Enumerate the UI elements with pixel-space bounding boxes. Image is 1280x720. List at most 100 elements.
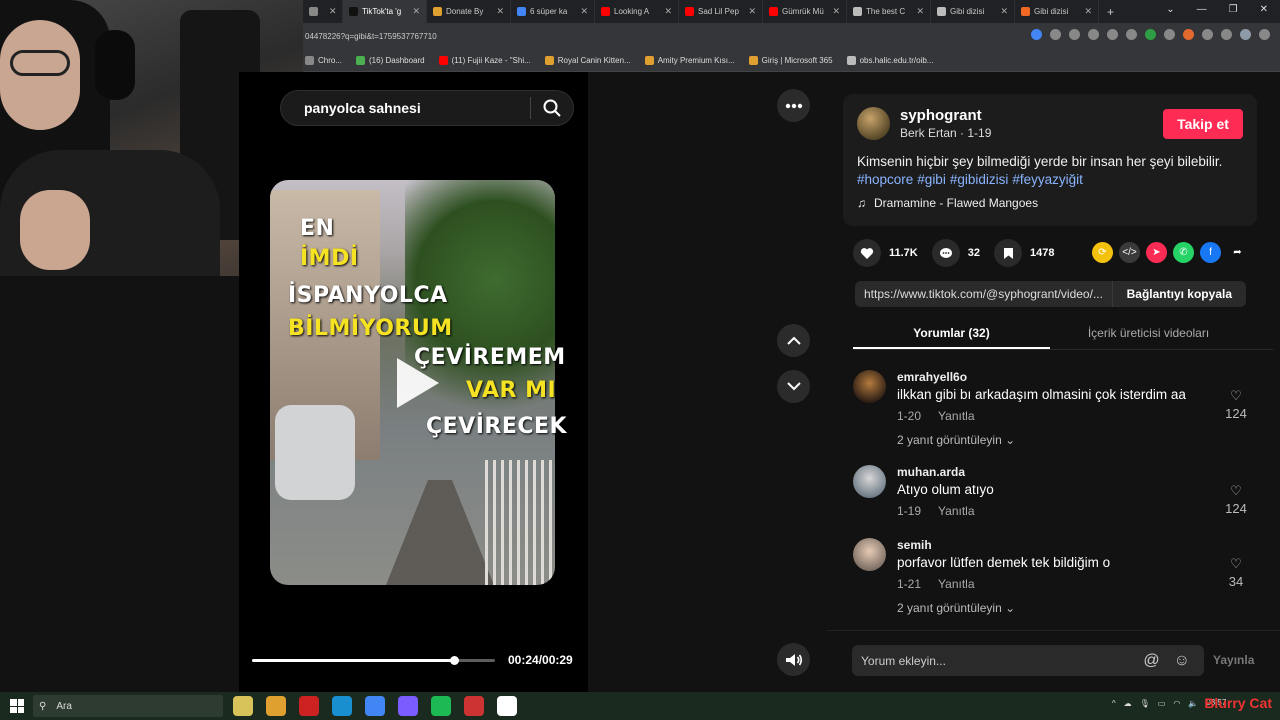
browser-tab[interactable]: Gibi dizisi ✕ bbox=[1015, 0, 1099, 23]
bookmark-item[interactable]: Royal Canin Kitten... bbox=[544, 55, 631, 65]
follow-button[interactable]: Takip et bbox=[1163, 109, 1243, 139]
hashtag-link[interactable]: #gibidizisi bbox=[950, 172, 1009, 187]
bookmark-icon[interactable] bbox=[994, 239, 1022, 267]
close-tab-icon[interactable]: ✕ bbox=[412, 6, 420, 17]
taskbar-app-icon[interactable] bbox=[431, 696, 451, 716]
like-stat[interactable]: 11.7K bbox=[853, 239, 918, 267]
facebook-icon[interactable]: f bbox=[1200, 242, 1221, 263]
bookmark-item[interactable]: Amity Premium Kısı... bbox=[644, 55, 735, 65]
tab-creator-videos[interactable]: İçerik üreticisi videoları bbox=[1050, 318, 1247, 349]
chrome-icon[interactable] bbox=[1031, 29, 1042, 40]
hashtag-link[interactable]: #gibi bbox=[917, 172, 946, 187]
microphone-icon[interactable]: 🎙 bbox=[1140, 699, 1150, 708]
close-tab-icon[interactable]: ✕ bbox=[916, 6, 924, 17]
music-title[interactable]: Dramamine - Flawed Mangoes bbox=[874, 196, 1038, 210]
share-arrow-icon[interactable]: ➦ bbox=[1227, 242, 1248, 263]
windows-start-icon[interactable] bbox=[10, 699, 24, 713]
taskbar-app-icon[interactable] bbox=[299, 696, 319, 716]
close-tab-icon[interactable]: ✕ bbox=[748, 6, 756, 17]
reply-button[interactable]: Yanıtla bbox=[938, 577, 974, 591]
whatsapp-icon[interactable]: ✆ bbox=[1173, 242, 1194, 263]
view-replies-button[interactable]: 2 yanıt görüntüleyin ⌄ bbox=[897, 601, 1015, 615]
taskbar-app-icon[interactable] bbox=[233, 696, 253, 716]
address-bar[interactable]: 04478226?q=gibi&t=1759537767710 bbox=[303, 23, 1280, 49]
browser-tab[interactable]: Gümrük Mü ✕ bbox=[763, 0, 847, 23]
bookmark-item[interactable]: Chro... bbox=[305, 55, 342, 65]
volume-button[interactable] bbox=[777, 643, 810, 676]
sidebar-icon[interactable] bbox=[1221, 29, 1232, 40]
video-progress-knob[interactable] bbox=[449, 656, 459, 665]
close-window-icon[interactable]: ✕ bbox=[1260, 4, 1268, 15]
bookmark-item[interactable]: Giriş | Microsoft 365 bbox=[748, 55, 833, 65]
reply-button[interactable]: Yanıtla bbox=[938, 504, 974, 518]
chevron-up-icon[interactable]: ^ bbox=[1112, 699, 1116, 708]
taskbar-app-icon[interactable] bbox=[497, 696, 517, 716]
search-bar[interactable]: panyolca sahnesi bbox=[280, 90, 574, 126]
emoji-icon[interactable]: ☺ bbox=[1174, 652, 1190, 670]
speaker-icon[interactable]: 🔈 bbox=[1188, 699, 1198, 708]
author-avatar[interactable] bbox=[857, 107, 890, 140]
comment-stat[interactable]: 32 bbox=[931, 239, 980, 267]
comment-icon[interactable] bbox=[931, 239, 960, 267]
commenter-name[interactable]: semih bbox=[897, 538, 932, 552]
comment-like[interactable]: ♡ 124 bbox=[1225, 388, 1247, 421]
star-icon[interactable] bbox=[1126, 29, 1137, 40]
hashtag-link[interactable]: #hopcore bbox=[857, 172, 913, 187]
browser-tab[interactable]: Sad Lil Pep ✕ bbox=[679, 0, 763, 23]
commenter-name[interactable]: muhan.arda bbox=[897, 465, 965, 479]
taskbar-app-icon[interactable] bbox=[464, 696, 484, 716]
copy-link-button[interactable]: Bağlantıyı kopyala bbox=[1111, 281, 1246, 307]
close-tab-icon[interactable]: ✕ bbox=[580, 6, 588, 17]
video-link[interactable]: https://www.tiktok.com/@syphogrant/video… bbox=[855, 287, 1112, 301]
tab-comments[interactable]: Yorumlar (32) bbox=[853, 318, 1050, 349]
share-icon[interactable] bbox=[1107, 29, 1118, 40]
music-link[interactable]: ♫ Dramamine - Flawed Mangoes bbox=[857, 196, 1038, 210]
profile-icon[interactable] bbox=[1240, 29, 1251, 40]
browser-tab[interactable]: TikTok'ta 'g ✕ bbox=[343, 0, 427, 23]
next-video-button[interactable] bbox=[777, 370, 810, 403]
mention-icon[interactable]: @ bbox=[1143, 652, 1159, 670]
more-options-button[interactable] bbox=[777, 89, 810, 122]
view-replies-button[interactable]: 2 yanıt görüntüleyin ⌄ bbox=[897, 433, 1015, 447]
browser-tab[interactable]: Looking A ✕ bbox=[595, 0, 679, 23]
play-icon[interactable] bbox=[397, 358, 439, 408]
tab-search-icon[interactable]: ⌄ bbox=[1166, 4, 1174, 15]
taskbar-app-icon[interactable] bbox=[332, 696, 352, 716]
taskbar-app-icon[interactable] bbox=[365, 696, 385, 716]
taskbar-app-icon[interactable] bbox=[398, 696, 418, 716]
search-button[interactable] bbox=[531, 99, 573, 117]
fox-icon[interactable] bbox=[1183, 29, 1194, 40]
bookmark-item[interactable]: (11) Fujii Kaze - "Shi... bbox=[438, 55, 531, 65]
taskbar-search[interactable]: ⚲ Ara bbox=[33, 695, 223, 717]
extension-icon[interactable] bbox=[1164, 29, 1175, 40]
battery-icon[interactable]: ▭ bbox=[1158, 699, 1166, 708]
address-url[interactable]: 04478226?q=gibi&t=1759537767710 bbox=[303, 32, 437, 41]
browser-tab[interactable]: 6 süper ka ✕ bbox=[511, 0, 595, 23]
repost-icon[interactable]: ⟳ bbox=[1092, 242, 1113, 263]
heart-icon[interactable] bbox=[853, 239, 881, 267]
maximize-icon[interactable]: ❐ bbox=[1229, 4, 1238, 15]
wifi-icon[interactable]: ◠ bbox=[1173, 699, 1180, 708]
bookmark-item[interactable]: obs.halic.edu.tr/oib... bbox=[846, 55, 933, 65]
new-tab-button[interactable]: + bbox=[1099, 5, 1122, 19]
hashtag-link[interactable]: #feyyazyiğit bbox=[1012, 172, 1083, 187]
close-tab-icon[interactable]: ✕ bbox=[329, 6, 337, 17]
close-tab-icon[interactable]: ✕ bbox=[496, 6, 504, 17]
video-progress[interactable] bbox=[252, 656, 495, 665]
search-input[interactable]: panyolca sahnesi bbox=[281, 100, 530, 116]
send-icon[interactable]: ➤ bbox=[1146, 242, 1167, 263]
reply-button[interactable]: Yanıtla bbox=[938, 409, 974, 423]
close-tab-icon[interactable]: ✕ bbox=[1000, 6, 1008, 17]
close-tab-icon[interactable]: ✕ bbox=[1084, 6, 1092, 17]
minimize-icon[interactable]: — bbox=[1197, 4, 1207, 15]
browser-tab[interactable]: a diy✕ bbox=[303, 0, 343, 23]
zoom-icon[interactable] bbox=[1088, 29, 1099, 40]
taskbar-app-icon[interactable] bbox=[266, 696, 286, 716]
previous-video-button[interactable] bbox=[777, 324, 810, 357]
screen-icon[interactable] bbox=[1069, 29, 1080, 40]
save-stat[interactable]: 1478 bbox=[994, 239, 1054, 267]
browser-tab[interactable]: The best C ✕ bbox=[847, 0, 931, 23]
commenter-name[interactable]: emrahyell6o bbox=[897, 370, 967, 384]
embed-icon[interactable]: </> bbox=[1119, 242, 1140, 263]
menu-icon[interactable] bbox=[1259, 29, 1270, 40]
